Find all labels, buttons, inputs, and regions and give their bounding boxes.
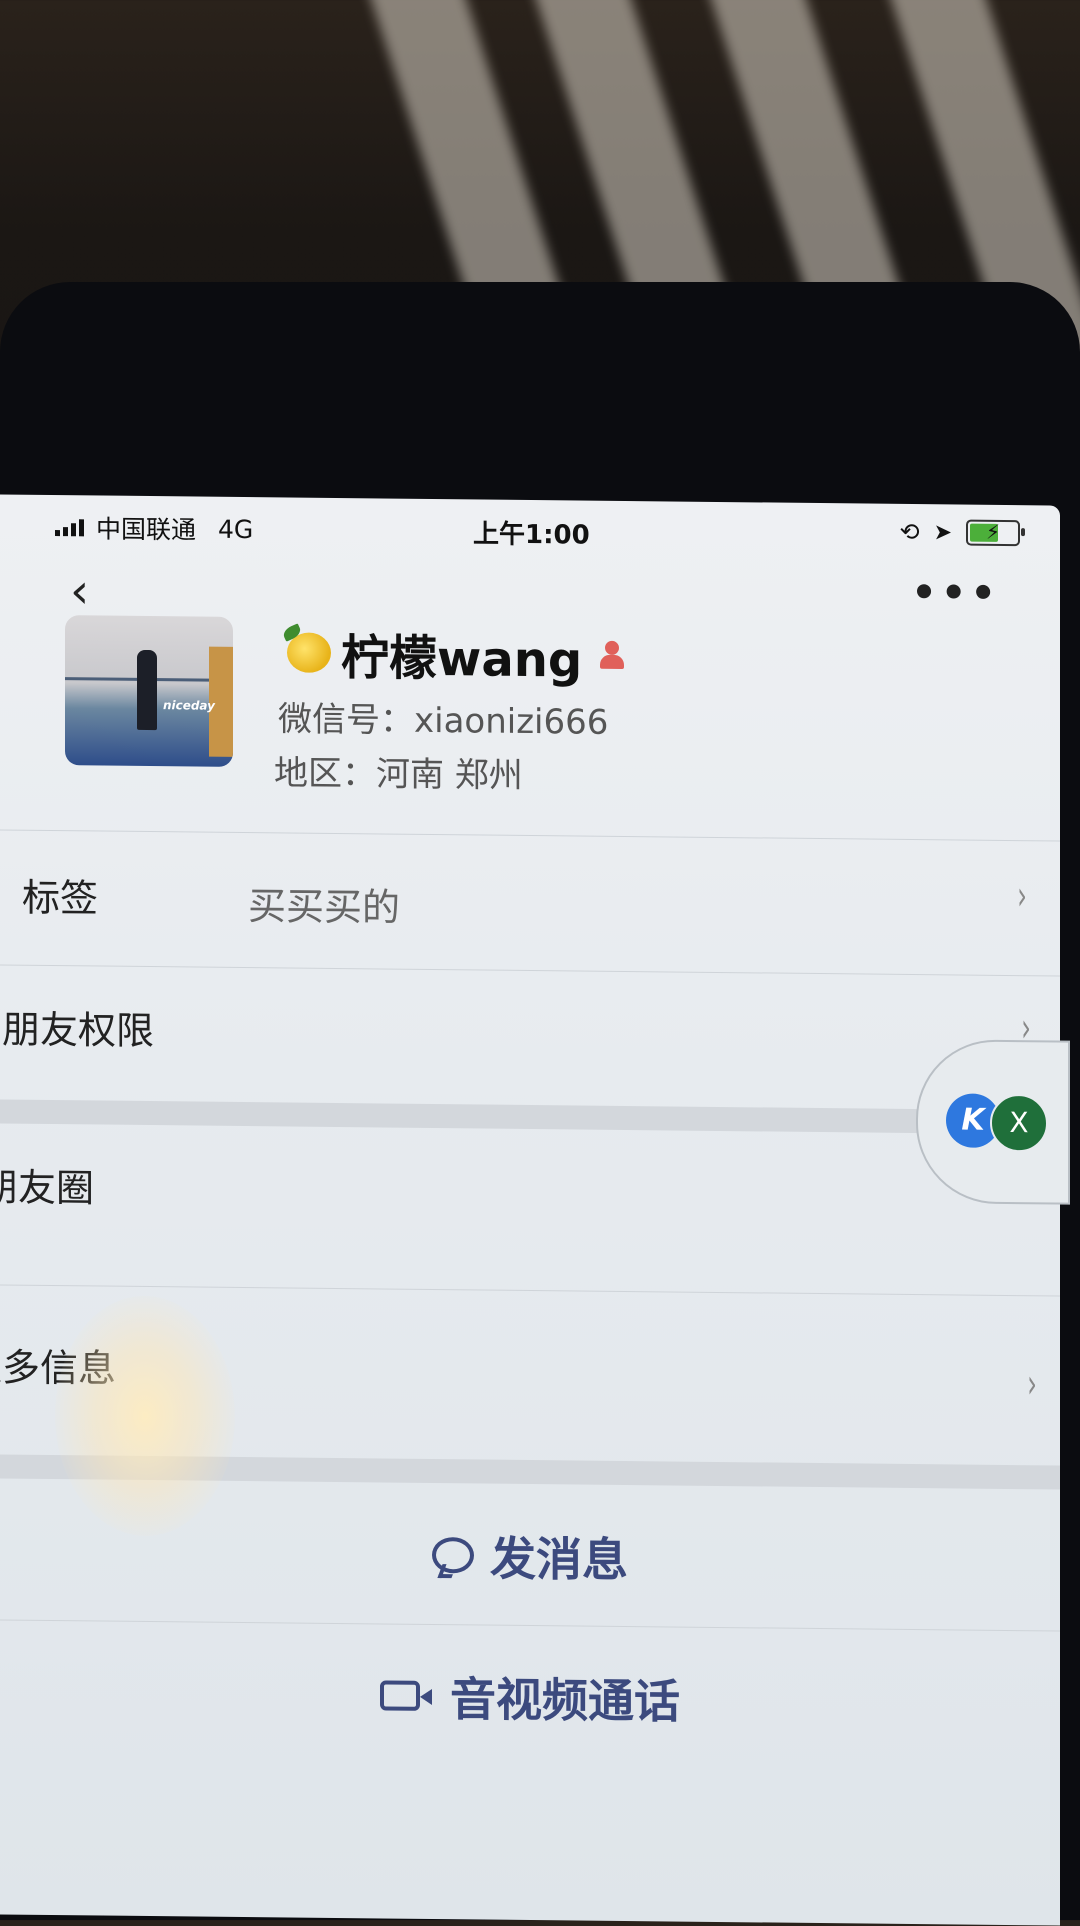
- status-time: 上午1:00: [473, 519, 590, 551]
- region: 地区：河南 郑州: [274, 753, 523, 796]
- av-call-label: 音视频通话: [450, 1672, 680, 1729]
- row-tags-value: 买买买的: [248, 884, 401, 930]
- profile-header: niceday 柠檬wang 微信号：xiaonizi666 地区：河南 郑州: [0, 614, 1060, 805]
- network-type: 4G: [218, 514, 254, 544]
- wechat-id: 微信号：xiaonizi666: [278, 699, 609, 743]
- row-moments-label: 朋友圈: [0, 1165, 95, 1211]
- avatar-caption: niceday: [162, 698, 215, 713]
- chevron-right-icon: ›: [1017, 873, 1027, 920]
- row-more-info[interactable]: 更多信息 ›: [0, 1304, 1060, 1445]
- row-more-info-label: 更多信息: [0, 1345, 117, 1391]
- av-call-button[interactable]: 音视频通话: [0, 1622, 1060, 1763]
- signal-icon: [55, 518, 84, 537]
- row-tags-label: 标签: [22, 875, 99, 921]
- female-icon: [598, 641, 626, 671]
- row-permission-label: 朋友权限: [2, 1007, 155, 1054]
- profile-name: 柠檬wang: [341, 630, 583, 689]
- phone-screen: 中国联通 4G 上午1:00 ⟲ ➤ ⚡ ‹ ••• niceday 柠檬wan…: [0, 494, 1070, 1926]
- floating-close-x-icon[interactable]: X: [990, 1093, 1048, 1153]
- chevron-right-icon: ›: [1027, 1361, 1037, 1408]
- battery-icon: ⚡: [966, 519, 1020, 547]
- row-moments[interactable]: 朋友圈: [0, 1124, 1060, 1265]
- more-options-icon[interactable]: •••: [911, 570, 1000, 617]
- video-camera-icon: [380, 1680, 420, 1711]
- status-bar: 中国联通 4G 上午1:00 ⟲ ➤ ⚡: [55, 509, 1030, 559]
- rotation-lock-icon: ⟲: [899, 517, 920, 547]
- lemon-emoji-icon: [287, 632, 331, 673]
- row-tags[interactable]: 标签 买买买的 ›: [0, 834, 1060, 975]
- row-friend-permission[interactable]: 朋友权限 ›: [0, 966, 1060, 1107]
- divider: [0, 1284, 1060, 1297]
- location-icon: ➤: [933, 519, 952, 545]
- carrier-name: 中国联通: [96, 514, 197, 545]
- floating-window-pill[interactable]: K X: [916, 1039, 1070, 1205]
- chat-bubble-icon: [432, 1536, 474, 1574]
- avatar[interactable]: niceday: [65, 615, 233, 767]
- back-icon[interactable]: ‹: [70, 563, 89, 619]
- send-message-button[interactable]: 发消息: [0, 1479, 1060, 1620]
- send-message-label: 发消息: [490, 1531, 628, 1588]
